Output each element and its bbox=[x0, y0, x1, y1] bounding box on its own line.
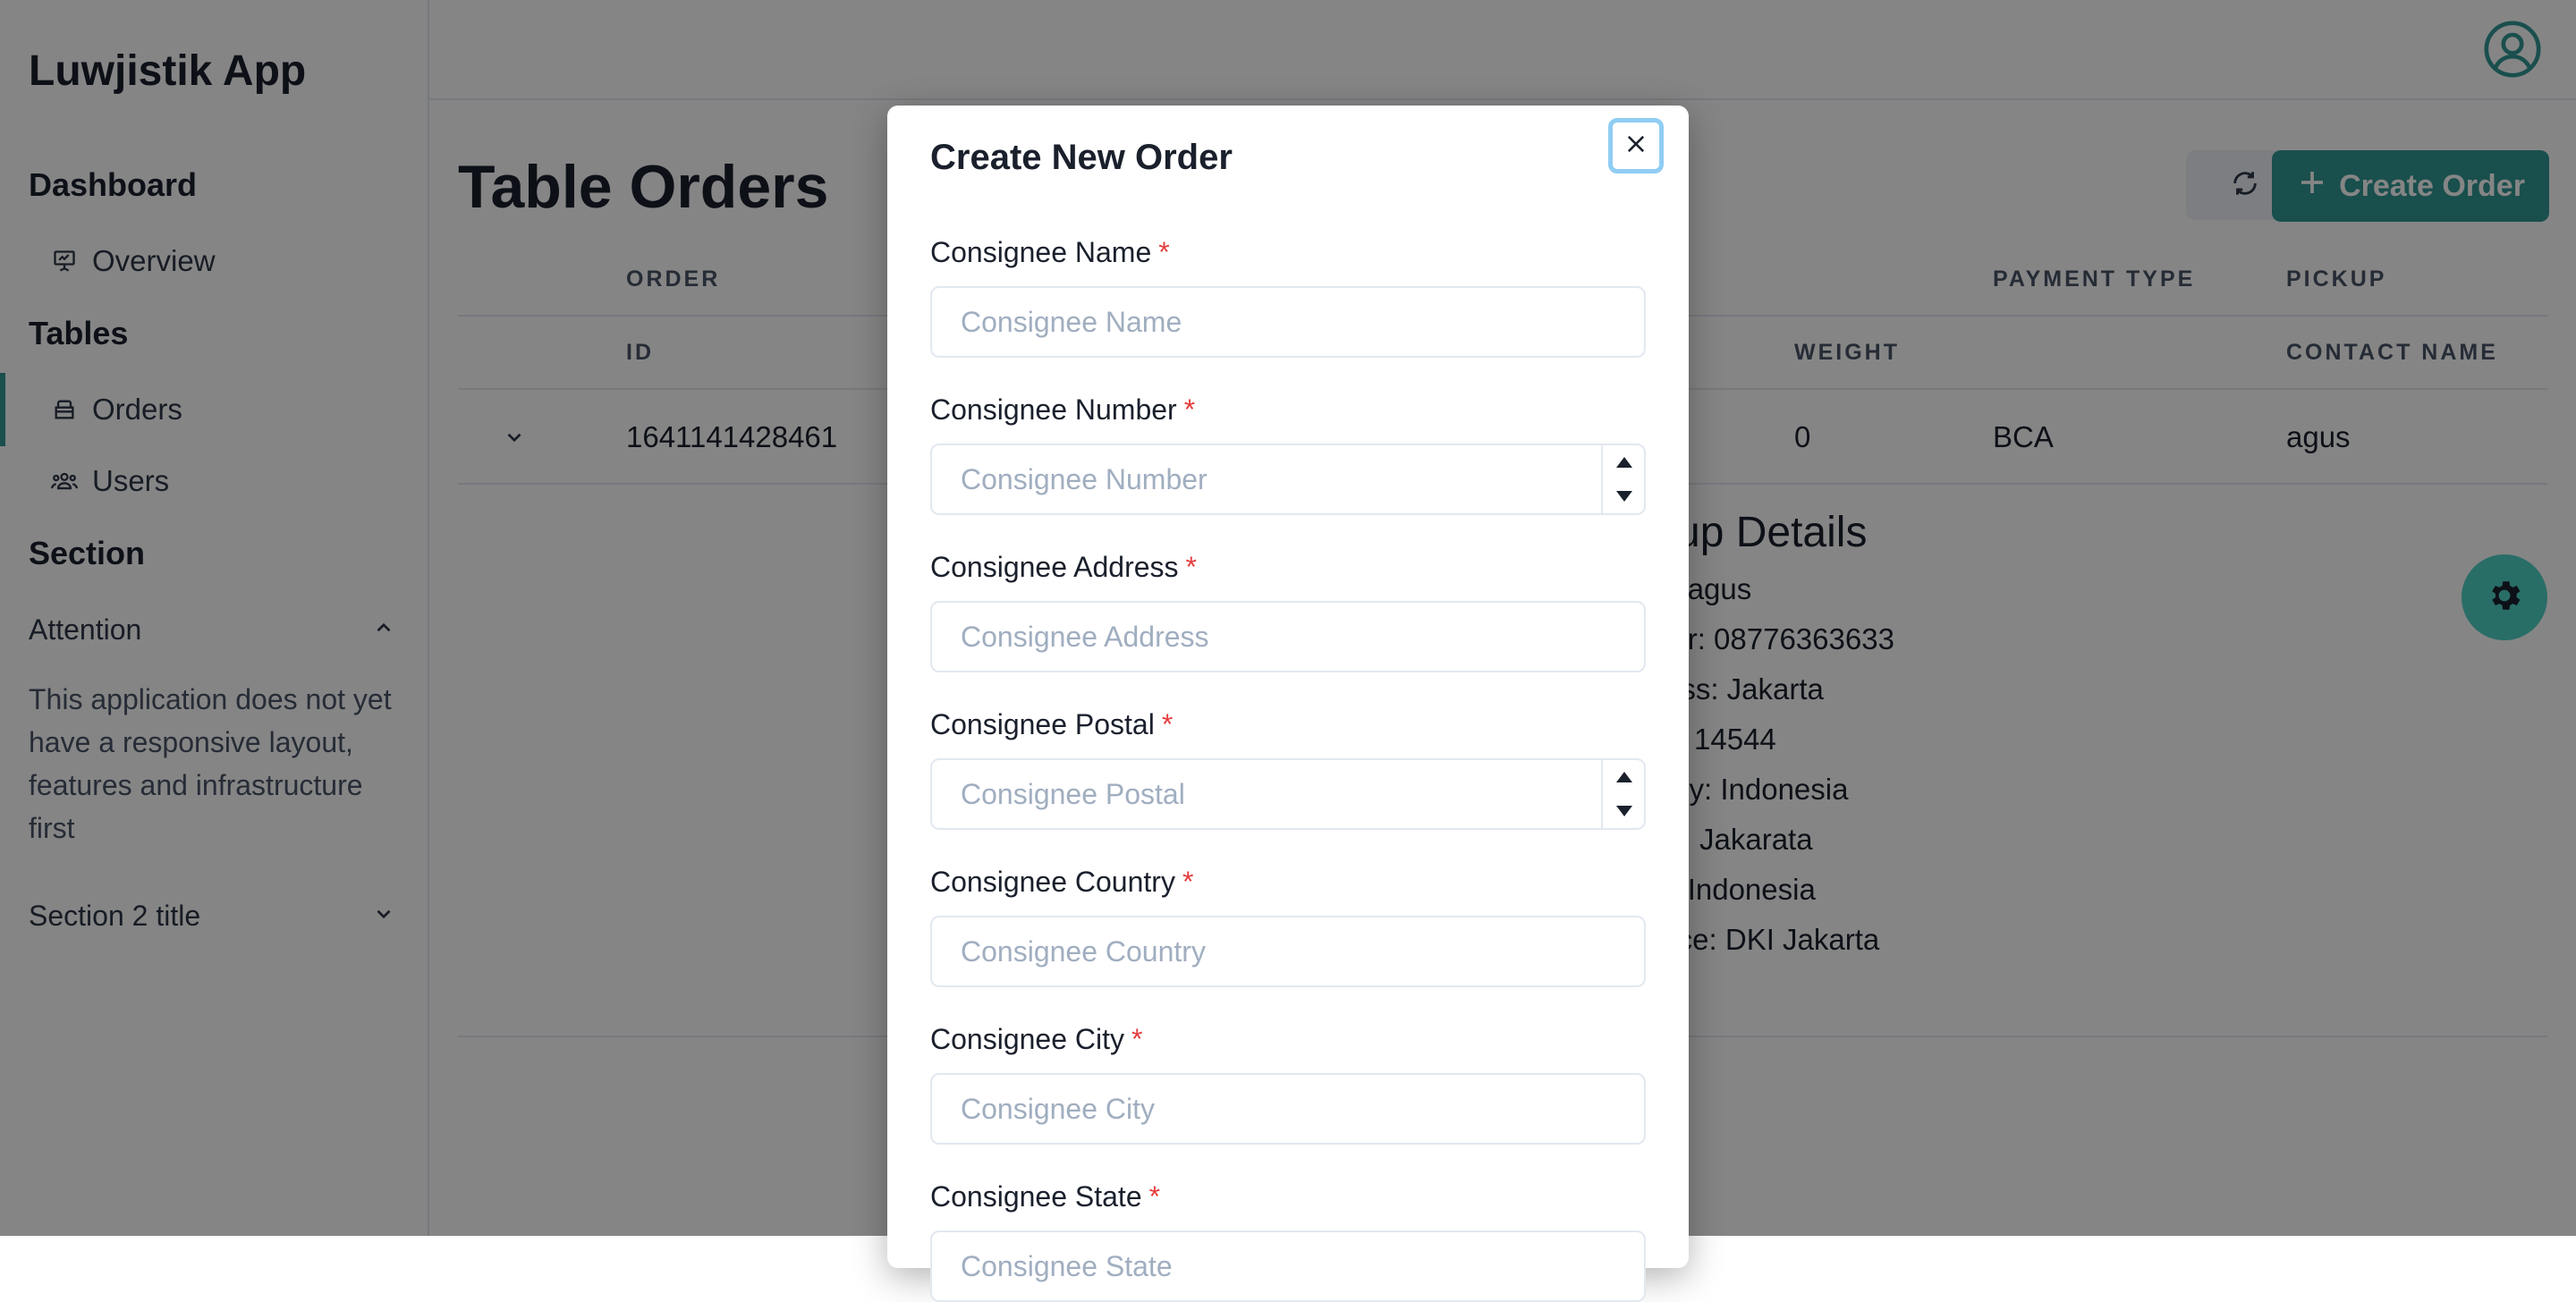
postal-stepper bbox=[1601, 760, 1646, 828]
increment-icon[interactable] bbox=[1603, 760, 1646, 794]
consignee-city-label: Consignee City * bbox=[930, 1023, 1143, 1055]
consignee-address-input[interactable] bbox=[930, 601, 1646, 672]
consignee-country-input[interactable] bbox=[930, 916, 1646, 987]
consignee-address-label: Consignee Address * bbox=[930, 551, 1197, 583]
required-mark: * bbox=[1182, 866, 1194, 898]
close-icon bbox=[1623, 131, 1648, 161]
consignee-name-input[interactable] bbox=[930, 286, 1646, 358]
decrement-icon[interactable] bbox=[1603, 479, 1646, 513]
required-mark: * bbox=[1148, 1180, 1161, 1213]
consignee-postal-field bbox=[887, 758, 1689, 830]
consignee-country-label: Consignee Country * bbox=[930, 866, 1194, 898]
consignee-postal-label: Consignee Postal * bbox=[930, 708, 1174, 740]
required-mark: * bbox=[1131, 1023, 1143, 1055]
decrement-icon[interactable] bbox=[1603, 794, 1646, 828]
modal-title: Create New Order bbox=[930, 138, 1233, 177]
consignee-name-label: Consignee Name * bbox=[930, 236, 1170, 268]
consignee-postal-input[interactable] bbox=[930, 758, 1646, 830]
close-button[interactable] bbox=[1608, 118, 1664, 173]
required-mark: * bbox=[1161, 708, 1174, 740]
consignee-number-label: Consignee Number * bbox=[930, 393, 1196, 426]
consignee-number-field bbox=[887, 444, 1689, 515]
increment-icon[interactable] bbox=[1603, 445, 1646, 479]
create-order-modal: Create New Order Consignee Name * Consign… bbox=[887, 106, 1689, 1302]
consignee-number-input[interactable] bbox=[930, 444, 1646, 515]
number-stepper bbox=[1601, 445, 1646, 513]
consignee-state-label: Consignee State * bbox=[930, 1180, 1161, 1213]
consignee-state-input[interactable] bbox=[930, 1230, 1646, 1302]
required-mark: * bbox=[1185, 551, 1197, 583]
consignee-city-input[interactable] bbox=[930, 1073, 1646, 1145]
required-mark: * bbox=[1183, 393, 1196, 426]
required-mark: * bbox=[1158, 236, 1170, 268]
